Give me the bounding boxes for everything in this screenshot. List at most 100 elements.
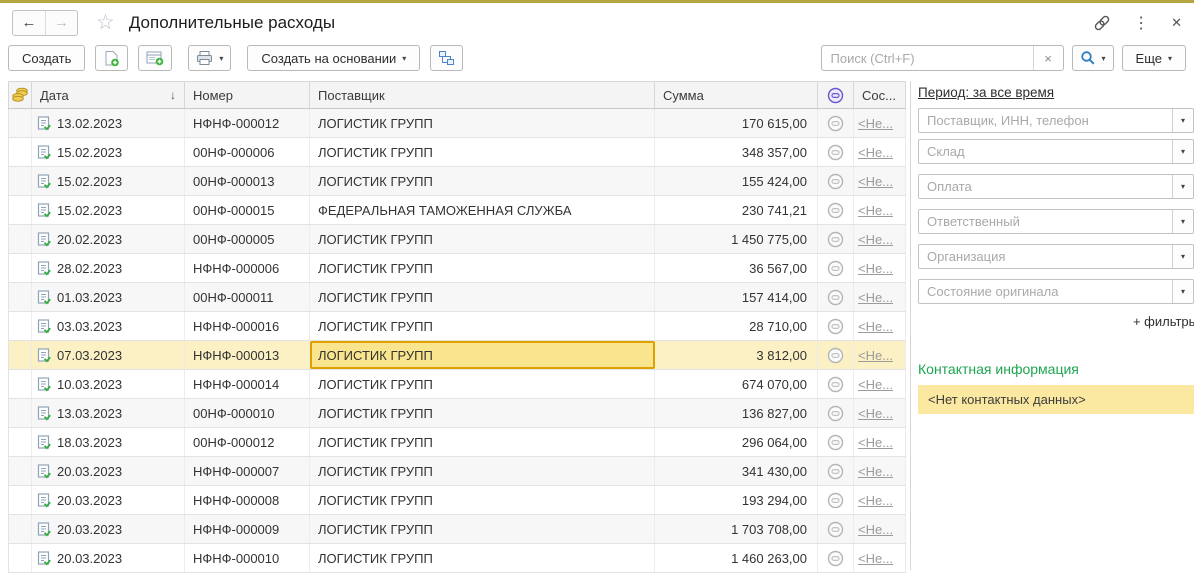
table-row[interactable]: 20.03.2023 НФНФ-000008 ЛОГИСТИК ГРУПП 19… bbox=[8, 486, 906, 515]
cell-status[interactable]: <Не... bbox=[854, 486, 906, 514]
cell-edo[interactable] bbox=[818, 370, 854, 398]
create-button[interactable]: Создать bbox=[8, 45, 85, 71]
cell-status[interactable]: <Не... bbox=[854, 341, 906, 369]
filter-input[interactable] bbox=[919, 140, 1172, 163]
print-button[interactable]: ▾ bbox=[188, 45, 231, 71]
cell-supplier[interactable]: ЛОГИСТИК ГРУПП bbox=[310, 109, 655, 137]
cell-status[interactable]: <Не... bbox=[854, 312, 906, 340]
cell-edo[interactable] bbox=[818, 399, 854, 427]
status-link[interactable]: <Не... bbox=[858, 145, 893, 160]
status-link[interactable]: <Не... bbox=[858, 377, 893, 392]
cell-status[interactable]: <Не... bbox=[854, 225, 906, 253]
table-row[interactable]: 20.03.2023 НФНФ-000007 ЛОГИСТИК ГРУПП 34… bbox=[8, 457, 906, 486]
cell-supplier[interactable]: ЛОГИСТИК ГРУПП bbox=[310, 283, 655, 311]
cell-amount[interactable]: 348 357,00 bbox=[655, 138, 818, 166]
cell-ref[interactable] bbox=[8, 225, 32, 253]
cell-edo[interactable] bbox=[818, 515, 854, 543]
table-row[interactable]: 15.02.2023 00НФ-000013 ЛОГИСТИК ГРУПП 15… bbox=[8, 167, 906, 196]
cell-supplier[interactable]: ЛОГИСТИК ГРУПП bbox=[310, 428, 655, 456]
cell-amount[interactable]: 157 414,00 bbox=[655, 283, 818, 311]
filter-input[interactable] bbox=[919, 245, 1172, 268]
cell-amount[interactable]: 170 615,00 bbox=[655, 109, 818, 137]
cell-date[interactable]: 18.03.2023 bbox=[32, 428, 185, 456]
cell-ref[interactable] bbox=[8, 341, 32, 369]
cell-amount[interactable]: 341 430,00 bbox=[655, 457, 818, 485]
table-row[interactable]: 07.03.2023 НФНФ-000013 ЛОГИСТИК ГРУПП 3 … bbox=[8, 341, 906, 370]
cell-supplier[interactable]: ЛОГИСТИК ГРУПП bbox=[310, 370, 655, 398]
cell-ref[interactable] bbox=[8, 254, 32, 282]
get-link-icon[interactable] bbox=[1093, 14, 1111, 32]
status-link[interactable]: <Не... bbox=[858, 522, 893, 537]
status-link[interactable]: <Не... bbox=[858, 290, 893, 305]
table-row[interactable]: 28.02.2023 НФНФ-000006 ЛОГИСТИК ГРУПП 36… bbox=[8, 254, 906, 283]
filter-input[interactable] bbox=[919, 109, 1172, 132]
status-link[interactable]: <Не... bbox=[858, 116, 893, 131]
table-row[interactable]: 10.03.2023 НФНФ-000014 ЛОГИСТИК ГРУПП 67… bbox=[8, 370, 906, 399]
cell-number[interactable]: НФНФ-000010 bbox=[185, 544, 310, 572]
cell-amount[interactable]: 1 703 708,00 bbox=[655, 515, 818, 543]
column-header-edo[interactable] bbox=[818, 82, 854, 108]
more-button[interactable]: Еще ▾ bbox=[1122, 45, 1186, 71]
cell-edo[interactable] bbox=[818, 428, 854, 456]
cell-edo[interactable] bbox=[818, 341, 854, 369]
cell-amount[interactable]: 1 450 775,00 bbox=[655, 225, 818, 253]
cell-date[interactable]: 13.02.2023 bbox=[32, 109, 185, 137]
cell-number[interactable]: 00НФ-000005 bbox=[185, 225, 310, 253]
cell-date[interactable]: 10.03.2023 bbox=[32, 370, 185, 398]
create-group-button[interactable] bbox=[138, 45, 172, 71]
cell-amount[interactable]: 193 294,00 bbox=[655, 486, 818, 514]
cell-amount[interactable]: 296 064,00 bbox=[655, 428, 818, 456]
cell-status[interactable]: <Не... bbox=[854, 515, 906, 543]
cell-status[interactable]: <Не... bbox=[854, 399, 906, 427]
cell-edo[interactable] bbox=[818, 544, 854, 572]
filter-input[interactable] bbox=[919, 175, 1172, 198]
create-document-button[interactable] bbox=[95, 45, 128, 71]
cell-status[interactable]: <Не... bbox=[854, 138, 906, 166]
filter-dropdown-button[interactable]: ▾ bbox=[1172, 280, 1193, 303]
cell-number[interactable]: НФНФ-000012 bbox=[185, 109, 310, 137]
cell-date[interactable]: 28.02.2023 bbox=[32, 254, 185, 282]
cell-edo[interactable] bbox=[818, 138, 854, 166]
cell-number[interactable]: НФНФ-000007 bbox=[185, 457, 310, 485]
status-link[interactable]: <Не... bbox=[858, 232, 893, 247]
table-row[interactable]: 20.03.2023 НФНФ-000009 ЛОГИСТИК ГРУПП 1 … bbox=[8, 515, 906, 544]
cell-supplier[interactable]: ФЕДЕРАЛЬНАЯ ТАМОЖЕННАЯ СЛУЖБА bbox=[310, 196, 655, 224]
status-link[interactable]: <Не... bbox=[858, 203, 893, 218]
cell-supplier[interactable]: ЛОГИСТИК ГРУПП bbox=[310, 515, 655, 543]
cell-number[interactable]: 00НФ-000013 bbox=[185, 167, 310, 195]
cell-status[interactable]: <Не... bbox=[854, 457, 906, 485]
cell-ref[interactable] bbox=[8, 544, 32, 572]
filter-input[interactable] bbox=[919, 280, 1172, 303]
cell-edo[interactable] bbox=[818, 254, 854, 282]
back-button[interactable]: ← bbox=[13, 11, 45, 35]
cell-status[interactable]: <Не... bbox=[854, 428, 906, 456]
column-header-date[interactable]: Дата ↓ bbox=[32, 82, 185, 108]
cell-amount[interactable]: 155 424,00 bbox=[655, 167, 818, 195]
cell-amount[interactable]: 1 460 263,00 bbox=[655, 544, 818, 572]
cell-date[interactable]: 15.02.2023 bbox=[32, 167, 185, 195]
cell-edo[interactable] bbox=[818, 196, 854, 224]
close-icon[interactable]: ✕ bbox=[1171, 15, 1182, 31]
cell-number[interactable]: НФНФ-000006 bbox=[185, 254, 310, 282]
add-filters-link[interactable]: + фильтры bbox=[918, 314, 1194, 329]
cell-date[interactable]: 07.03.2023 bbox=[32, 341, 185, 369]
cell-date[interactable]: 20.02.2023 bbox=[32, 225, 185, 253]
table-row[interactable]: 15.02.2023 00НФ-000015 ФЕДЕРАЛЬНАЯ ТАМОЖ… bbox=[8, 196, 906, 225]
cell-number[interactable]: 00НФ-000015 bbox=[185, 196, 310, 224]
cell-edo[interactable] bbox=[818, 457, 854, 485]
search-button[interactable]: ▾ bbox=[1072, 45, 1114, 71]
cell-date[interactable]: 13.03.2023 bbox=[32, 399, 185, 427]
cell-edo[interactable] bbox=[818, 109, 854, 137]
status-link[interactable]: <Не... bbox=[858, 435, 893, 450]
cell-status[interactable]: <Не... bbox=[854, 283, 906, 311]
column-header-amount[interactable]: Сумма bbox=[655, 82, 818, 108]
cell-edo[interactable] bbox=[818, 283, 854, 311]
status-link[interactable]: <Не... bbox=[858, 261, 893, 276]
period-link[interactable]: Период: за все время bbox=[918, 85, 1054, 100]
cell-number[interactable]: НФНФ-000008 bbox=[185, 486, 310, 514]
cell-amount[interactable]: 36 567,00 bbox=[655, 254, 818, 282]
cell-status[interactable]: <Не... bbox=[854, 196, 906, 224]
cell-date[interactable]: 20.03.2023 bbox=[32, 544, 185, 572]
cell-number[interactable]: 00НФ-000010 bbox=[185, 399, 310, 427]
cell-number[interactable]: 00НФ-000011 bbox=[185, 283, 310, 311]
